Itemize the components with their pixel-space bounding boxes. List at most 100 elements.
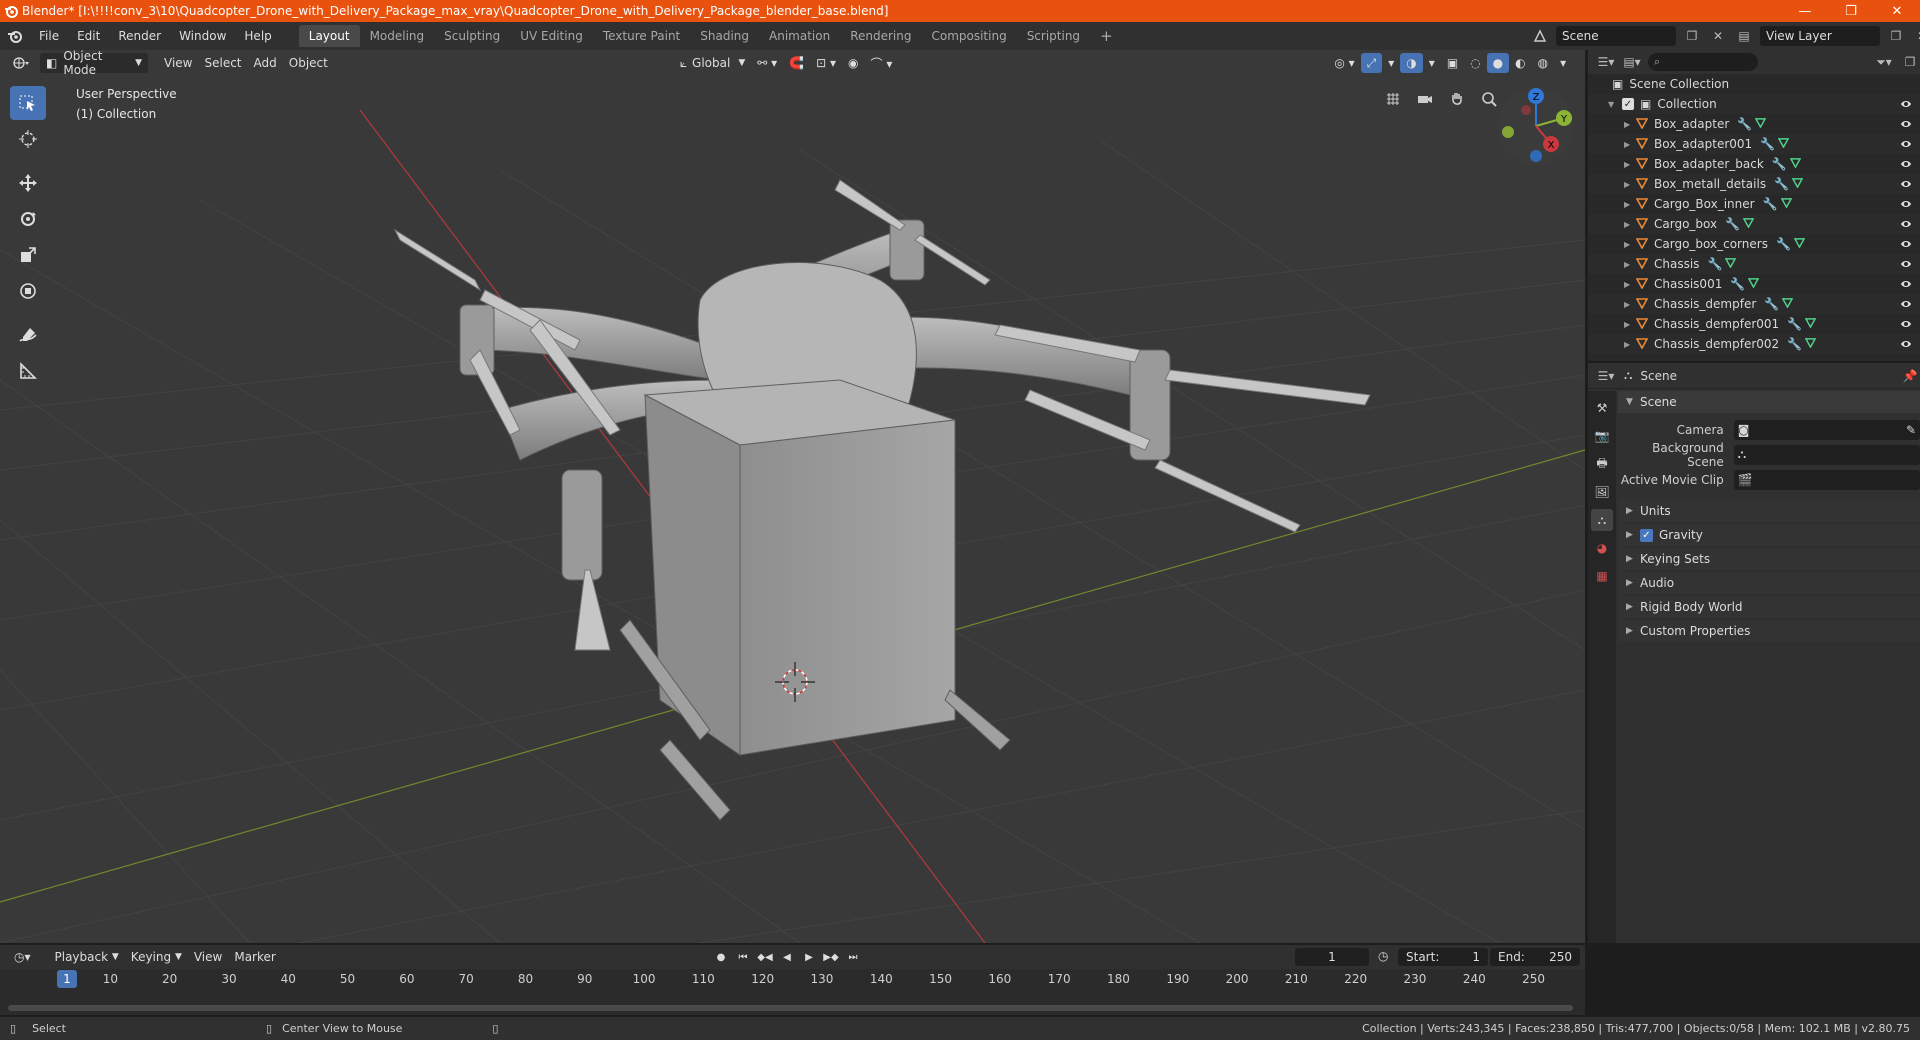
tab-sculpting[interactable]: Sculpting — [434, 25, 510, 47]
next-keyframe-icon[interactable]: ▶◆ — [822, 948, 840, 966]
keying-sets-panel-header[interactable]: ▶ Keying Sets — [1618, 548, 1920, 570]
texture-properties-tab[interactable]: ▦ — [1591, 565, 1613, 587]
menu-file[interactable]: File — [30, 29, 68, 43]
select-box-tool[interactable] — [10, 86, 46, 120]
transform-orientation-dropdown[interactable]: ⟀ Global ▼ — [674, 53, 751, 73]
tab-shading[interactable]: Shading — [690, 25, 759, 47]
menu-render[interactable]: Render — [109, 29, 170, 43]
marker-menu[interactable]: Marker — [228, 947, 281, 967]
eye-icon[interactable] — [1900, 138, 1912, 153]
modifier-wrench-icon[interactable]: 🔧 — [1760, 137, 1775, 151]
eye-icon[interactable] — [1900, 158, 1912, 173]
outliner-item[interactable]: ▶ Box_adapter_back 🔧 — [1588, 154, 1920, 174]
falloff-icon[interactable]: ⌒ ▾ — [865, 53, 899, 73]
mesh-data-icon[interactable] — [1804, 337, 1817, 351]
new-view-layer-icon[interactable]: ❐ — [1886, 26, 1906, 46]
close-button[interactable]: ✕ — [1874, 0, 1920, 22]
expand-triangle-icon[interactable]: ▶ — [1624, 140, 1634, 149]
end-frame-field[interactable]: End: 250 — [1490, 948, 1580, 966]
mesh-data-icon[interactable] — [1742, 217, 1755, 231]
expand-triangle-icon[interactable]: ▶ — [1624, 300, 1634, 309]
outliner-search-input[interactable]: ⌕ — [1648, 53, 1758, 71]
modifier-wrench-icon[interactable]: 🔧 — [1774, 177, 1789, 191]
gizmo-toggle-icon[interactable]: ⤢ — [1360, 53, 1383, 73]
properties-editor-type-icon[interactable]: ☰▾ — [1596, 366, 1616, 386]
mesh-data-icon[interactable] — [1780, 197, 1792, 211]
mesh-data-icon[interactable] — [1789, 157, 1802, 171]
scene-type-icon[interactable] — [1530, 26, 1550, 46]
eye-icon[interactable] — [1900, 278, 1912, 293]
prev-keyframe-icon[interactable]: ◆◀ — [756, 948, 774, 966]
snap-target-icon[interactable]: ⊡ ▾ — [810, 53, 842, 73]
annotate-tool[interactable] — [10, 318, 46, 352]
current-frame-indicator[interactable]: 1 — [57, 970, 77, 988]
outliner-item[interactable]: ▶ Chassis001 🔧 — [1588, 274, 1920, 294]
timeline-scrollbar[interactable] — [8, 1005, 1573, 1011]
scene-collection-row[interactable]: ▣ Scene Collection — [1588, 74, 1920, 94]
menu-select[interactable]: Select — [198, 53, 247, 73]
eye-icon[interactable] — [1900, 238, 1912, 253]
expand-triangle-icon[interactable]: ▶ — [1624, 180, 1634, 189]
expand-triangle-icon[interactable]: ▶ — [1624, 260, 1634, 269]
timeline-editor-type-icon[interactable]: ◷▾ — [8, 947, 37, 967]
rotate-tool[interactable] — [10, 202, 46, 236]
new-scene-icon[interactable]: ❐ — [1682, 26, 1702, 46]
shading-options-icon[interactable]: ▾ — [1554, 53, 1572, 73]
tab-modeling[interactable]: Modeling — [360, 25, 435, 47]
menu-view[interactable]: View — [158, 53, 198, 73]
delete-view-layer-icon[interactable]: ✕ — [1912, 26, 1920, 46]
add-workspace-icon[interactable]: + — [1090, 25, 1123, 47]
expand-triangle-icon[interactable]: ▶ — [1624, 320, 1634, 329]
outliner-item[interactable]: ▶ Box_metall_details 🔧 — [1588, 174, 1920, 194]
rendered-shading-icon[interactable]: ◍ — [1532, 53, 1554, 73]
gravity-panel-header[interactable]: ▶ ✓ Gravity — [1618, 524, 1920, 546]
eye-icon[interactable] — [1900, 318, 1912, 333]
expand-triangle-icon[interactable]: ▶ — [1624, 200, 1634, 209]
outliner-item[interactable]: ▶ Chassis_dempfer001 🔧 — [1588, 314, 1920, 334]
audio-panel-header[interactable]: ▶ Audio — [1618, 572, 1920, 594]
expand-triangle-icon[interactable]: ▶ — [1624, 220, 1634, 229]
eye-icon[interactable] — [1900, 98, 1912, 113]
eye-icon[interactable] — [1900, 298, 1912, 313]
scene-selector[interactable]: Scene — [1556, 26, 1676, 46]
snap-icon[interactable]: 🧲 — [783, 53, 810, 73]
overlay-toggle-icon[interactable]: ◑ — [1400, 53, 1423, 73]
view-layer-properties-tab[interactable]: 🖼 — [1591, 481, 1613, 503]
filter-icon[interactable]: ⏷▾ — [1874, 52, 1894, 72]
eye-icon[interactable] — [1900, 118, 1912, 133]
keying-menu[interactable]: Keying ▼ — [125, 947, 188, 967]
tab-layout[interactable]: Layout — [298, 25, 360, 47]
modifier-wrench-icon[interactable]: 🔧 — [1772, 157, 1787, 171]
tab-uv-editing[interactable]: UV Editing — [510, 25, 593, 47]
record-icon[interactable]: ● — [712, 948, 730, 966]
outliner-editor-type-icon[interactable]: ☰▾ — [1596, 52, 1616, 72]
proportional-edit-icon[interactable]: ◉ — [842, 53, 864, 73]
minimize-button[interactable]: — — [1782, 0, 1828, 22]
eyedropper-icon[interactable]: ✎ — [1906, 423, 1916, 437]
expand-triangle-icon[interactable]: ▶ — [1624, 340, 1634, 349]
scene-properties-tab[interactable]: ⛬ — [1591, 509, 1613, 531]
tab-scripting[interactable]: Scripting — [1017, 25, 1090, 47]
custom-properties-panel-header[interactable]: ▶ Custom Properties — [1618, 620, 1920, 642]
pan-hand-icon[interactable] — [1446, 88, 1468, 110]
expand-triangle-icon[interactable]: ▶ — [1624, 240, 1634, 249]
eye-icon[interactable] — [1900, 178, 1912, 193]
scene-panel-header[interactable]: ▼ Scene — [1618, 391, 1920, 413]
view-layer-selector[interactable]: View Layer — [1760, 26, 1880, 46]
modifier-wrench-icon[interactable]: 🔧 — [1787, 337, 1802, 351]
mesh-data-icon[interactable] — [1791, 177, 1804, 191]
mesh-data-icon[interactable] — [1754, 117, 1767, 131]
eye-icon[interactable] — [1900, 258, 1912, 273]
menu-edit[interactable]: Edit — [68, 29, 109, 43]
background-scene-field[interactable]: ⛬ — [1733, 444, 1920, 465]
measure-tool[interactable] — [10, 354, 46, 388]
tab-compositing[interactable]: Compositing — [921, 25, 1016, 47]
pin-icon[interactable]: 📌 — [1900, 366, 1920, 386]
timeline-view-menu[interactable]: View — [188, 947, 228, 967]
modifier-wrench-icon[interactable]: 🔧 — [1725, 217, 1740, 231]
collection-include-checkbox[interactable]: ✓ — [1622, 98, 1634, 110]
menu-add[interactable]: Add — [248, 53, 283, 73]
transform-tool[interactable] — [10, 274, 46, 308]
mesh-data-icon[interactable] — [1725, 257, 1737, 271]
mesh-data-icon[interactable] — [1793, 237, 1806, 251]
